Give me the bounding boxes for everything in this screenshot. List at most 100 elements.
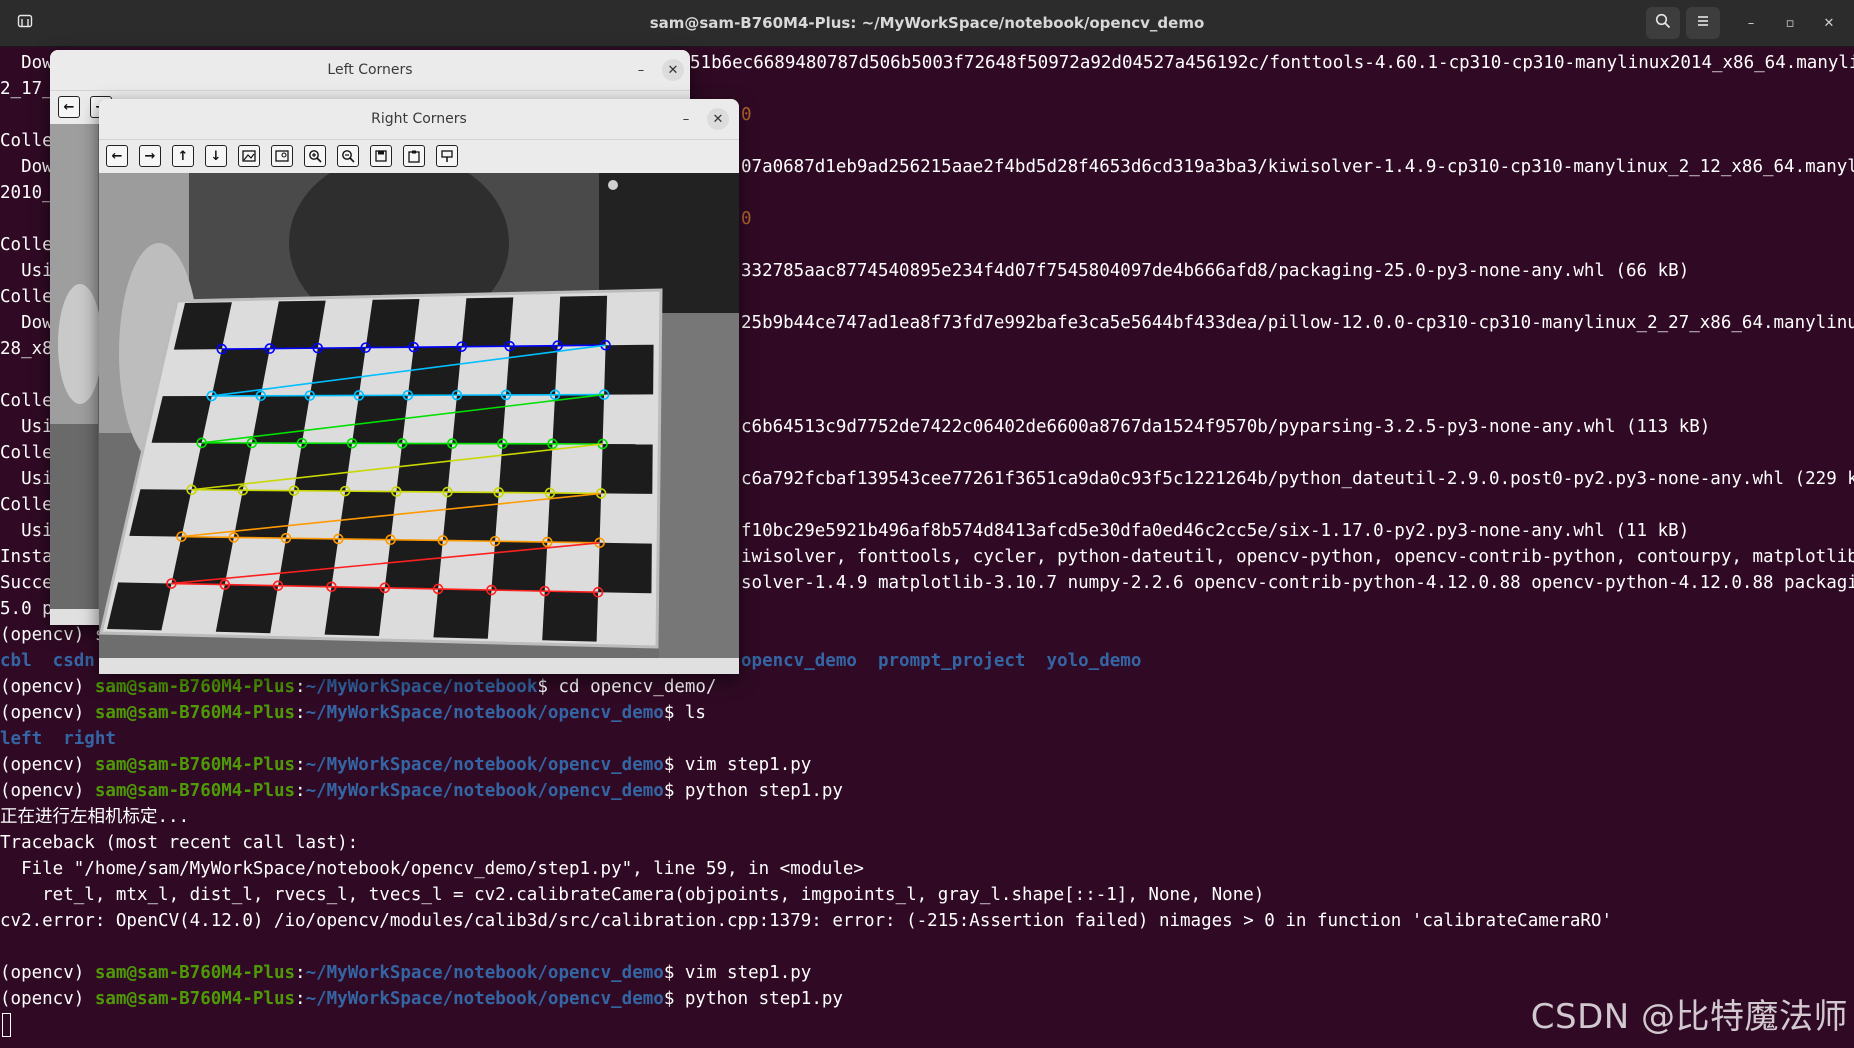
terminal-line: Dow bbox=[0, 313, 53, 333]
board-square bbox=[542, 591, 599, 642]
terminal-line: Usi bbox=[0, 469, 53, 489]
terminal-line: opencv_demo prompt_project yolo_demo bbox=[741, 651, 1142, 671]
zoom-fit-icon[interactable] bbox=[271, 145, 293, 167]
traceback-code: ret_l, mtx_l, dist_l, rvecs_l, tvecs_l =… bbox=[0, 885, 1265, 905]
close-button[interactable]: ✕ bbox=[1817, 11, 1841, 35]
terminal-line: 2_17_ bbox=[0, 79, 53, 99]
terminal-line: 51b6ec6689480787d506b5003f72648f50972a92… bbox=[690, 53, 1854, 73]
terminal-line: solver-1.4.9 matplotlib-3.10.7 numpy-2.2… bbox=[741, 573, 1854, 593]
terminal-titlebar: sam@sam-B760M4-Plus: ~/MyWorkSpace/noteb… bbox=[0, 0, 1854, 47]
terminal-line: 5.0 p bbox=[0, 599, 53, 619]
terminal-line: 2010_ bbox=[0, 183, 53, 203]
search-icon bbox=[1655, 13, 1671, 33]
watermark: CSDN @比特魔法师 bbox=[1530, 997, 1848, 1037]
terminal-line: c6a792fcbaf139543cee77261f3651ca9da0c93f… bbox=[741, 469, 1854, 489]
traceback-file: File "/home/sam/MyWorkSpace/notebook/ope… bbox=[0, 859, 864, 879]
terminal-title: sam@sam-B760M4-Plus: ~/MyWorkSpace/noteb… bbox=[649, 14, 1205, 32]
right-window-title: Right Corners bbox=[99, 99, 739, 139]
terminal-line-calib-msg: 正在进行左相机标定... bbox=[0, 807, 190, 827]
zoom-in-icon[interactable] bbox=[304, 145, 326, 167]
board-square bbox=[461, 297, 514, 347]
right-window-minimize-button[interactable]: – bbox=[675, 108, 697, 130]
board-square bbox=[278, 538, 339, 587]
terminal-line: f10bc29e5921b496af8b574d8413afcd5e30dfa0… bbox=[741, 521, 1690, 541]
pan-down-icon[interactable]: ↓ bbox=[205, 145, 227, 167]
terminal-line: Colle bbox=[0, 495, 53, 515]
board-square bbox=[293, 443, 353, 492]
board-square bbox=[442, 492, 499, 542]
terminal-line: Dow bbox=[0, 157, 53, 177]
pan-left-icon[interactable]: ← bbox=[58, 96, 80, 118]
minimize-button[interactable]: – bbox=[1739, 11, 1763, 35]
board-square bbox=[107, 582, 172, 631]
board-square bbox=[269, 300, 326, 349]
zoom-original-icon[interactable] bbox=[238, 145, 260, 167]
board-square bbox=[171, 536, 234, 585]
board-square bbox=[215, 584, 279, 634]
board-square bbox=[365, 299, 420, 348]
left-window-minimize-button[interactable]: – bbox=[630, 59, 652, 81]
terminal-line-ls-output: left right bbox=[0, 729, 116, 749]
terminal-line: Dow bbox=[0, 53, 53, 73]
menu-button[interactable] bbox=[1686, 7, 1720, 39]
board-square bbox=[604, 344, 654, 395]
terminal-line: 0 bbox=[741, 105, 752, 125]
board-square bbox=[433, 588, 492, 639]
zoom-out-icon[interactable] bbox=[337, 145, 359, 167]
terminal-line: Insta bbox=[0, 547, 53, 567]
terminal-line-vim-2: (opencv) sam@sam-B760M4-Plus:~/MyWorkSpa… bbox=[0, 963, 812, 983]
error-message: cv2.error: OpenCV(4.12.0) /io/opencv/mod… bbox=[0, 911, 1612, 931]
search-button[interactable] bbox=[1646, 7, 1680, 39]
board-square bbox=[324, 586, 385, 636]
board-square bbox=[557, 295, 608, 346]
terminal-line-python-2: (opencv) sam@sam-B760M4-Plus:~/MyWorkSpa… bbox=[0, 989, 843, 1009]
terminal-line: Colle bbox=[0, 443, 53, 463]
terminal-line: 28_x8 bbox=[0, 339, 53, 359]
terminal-line: Usi bbox=[0, 417, 53, 437]
terminal-cursor bbox=[2, 1013, 11, 1037]
terminal-line: 07a0687d1eb9ad256215aae2f4bd5d28f4653d6c… bbox=[741, 157, 1854, 177]
right-window-statusbar bbox=[99, 658, 739, 674]
maximize-button[interactable]: ▫ bbox=[1778, 11, 1802, 35]
board-square bbox=[552, 394, 605, 444]
terminal-line: cbl csdn bbox=[0, 651, 95, 671]
terminal-line: Colle bbox=[0, 131, 53, 151]
pan-left-icon[interactable]: ← bbox=[106, 145, 128, 167]
terminal-line-cd: (opencv) sam@sam-B760M4-Plus:~/MyWorkSpa… bbox=[0, 677, 717, 697]
board-square bbox=[191, 442, 252, 491]
board-square bbox=[547, 492, 602, 543]
terminal-line: Colle bbox=[0, 287, 53, 307]
terminal-line: iwisolver, fonttools, cycler, python-dat… bbox=[741, 547, 1854, 567]
pan-up-icon[interactable]: ↑ bbox=[172, 145, 194, 167]
terminal-line-vim: (opencv) sam@sam-B760M4-Plus:~/MyWorkSpa… bbox=[0, 755, 812, 775]
left-window-title: Left Corners bbox=[50, 50, 690, 90]
board-square bbox=[309, 347, 366, 396]
terminal-line-python: (opencv) sam@sam-B760M4-Plus:~/MyWorkSpa… bbox=[0, 781, 843, 801]
properties-icon[interactable] bbox=[436, 145, 458, 167]
board-square bbox=[598, 542, 652, 594]
right-camera-image bbox=[99, 153, 739, 658]
terminal-line: Usi bbox=[0, 521, 53, 541]
save-icon[interactable] bbox=[370, 145, 392, 167]
terminal-line-ls: (opencv) sam@sam-B760M4-Plus:~/MyWorkSpa… bbox=[0, 703, 706, 723]
board-square bbox=[452, 394, 507, 444]
terminal-line: Colle bbox=[0, 235, 53, 255]
right-window-toolbar: ← → ↑ ↓ bbox=[99, 139, 739, 174]
terminal-line: 0 bbox=[741, 209, 752, 229]
right-corners-window[interactable]: Right Corners – ✕ ← → ↑ ↓ bbox=[99, 99, 739, 674]
copy-icon[interactable] bbox=[403, 145, 425, 167]
board-square bbox=[384, 539, 443, 589]
left-window-close-button[interactable]: ✕ bbox=[662, 59, 684, 81]
board-square bbox=[396, 443, 453, 493]
terminal-line: 25b9b44ce747ad1ea8f73fd7e992bafe3ca5e564… bbox=[741, 313, 1854, 333]
terminal-line: Colle bbox=[0, 391, 53, 411]
terminal-line: c6b64513c9d7752de7422c06402de6600a8767da… bbox=[741, 417, 1711, 437]
terminal-line: 332785aac8774540895e234f4d07f7545804097d… bbox=[741, 261, 1690, 281]
terminal-line: Usi bbox=[0, 261, 53, 281]
right-window-close-button[interactable]: ✕ bbox=[707, 108, 729, 130]
board-square bbox=[601, 444, 653, 494]
traceback-header: Traceback (most recent call last): bbox=[0, 833, 359, 853]
pan-right-icon[interactable]: → bbox=[139, 145, 161, 167]
board-square bbox=[407, 346, 462, 396]
terminal-line: (opencv) s bbox=[0, 625, 106, 645]
